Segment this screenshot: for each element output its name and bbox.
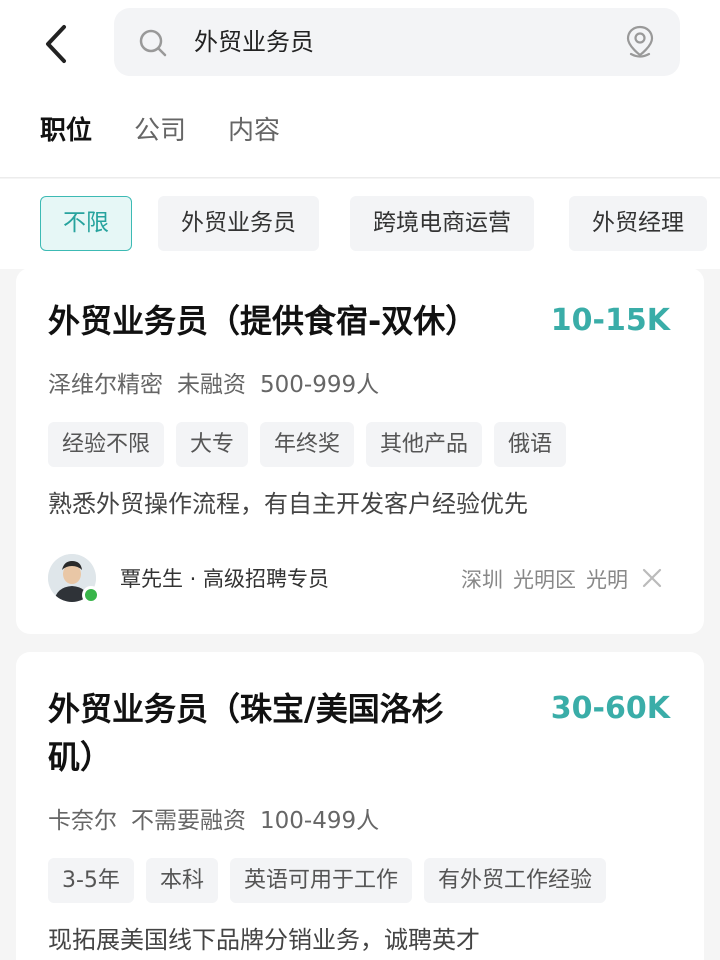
- funding-stage: 未融资: [177, 372, 246, 398]
- job-tag: 其他产品: [366, 422, 483, 467]
- filter-chip-foreign-trade-sales[interactable]: 外贸业务员: [158, 196, 319, 251]
- filter-chip-all[interactable]: 不限: [40, 196, 132, 251]
- job-tag: 俄语: [494, 422, 567, 467]
- location-city: 深圳: [461, 568, 503, 592]
- company-name: 卡奈尔: [48, 808, 117, 834]
- salary: 30-60K: [550, 691, 670, 726]
- company-info: 泽维尔精密 未融资 500-999人: [48, 368, 379, 402]
- job-tag: 经验不限: [48, 422, 165, 467]
- recruiter-info: 覃先生 · 高级招聘专员: [48, 554, 330, 604]
- job-title: 外贸业务员（珠宝/美国洛杉: [48, 690, 444, 728]
- filter-chip-bar: 不限 外贸业务员 跨境电商运营 外贸经理: [0, 179, 720, 269]
- recruiter-name-title: 覃先生 · 高级招聘专员: [120, 567, 330, 591]
- job-tag: 年终奖: [260, 422, 355, 467]
- job-tags: 3-5年 本科 英语可用于工作 有外贸工作经验: [48, 858, 606, 903]
- company-size: 100-499人: [260, 808, 380, 834]
- top-bar: 外贸业务员 职位 公司 内容: [0, 0, 720, 178]
- job-tag: 大专: [176, 422, 249, 467]
- filter-chip-ecommerce-ops[interactable]: 跨境电商运营: [350, 196, 534, 251]
- search-input[interactable]: 外贸业务员: [194, 8, 314, 76]
- job-tag: 英语可用于工作: [229, 858, 412, 903]
- job-card[interactable]: 外贸业务员（提供食宿-双休） 10-15K 泽维尔精密 未融资 500-999人…: [16, 268, 704, 634]
- tab-jobs[interactable]: 职位: [40, 108, 92, 154]
- avatar: [48, 554, 100, 604]
- job-tag: 本科: [145, 858, 218, 903]
- search-bar[interactable]: 外贸业务员: [114, 8, 680, 76]
- tab-bar: 职位 公司 内容: [40, 108, 280, 154]
- back-button[interactable]: [30, 18, 82, 70]
- company-name: 泽维尔精密: [48, 372, 163, 398]
- location-district: 光明区: [513, 568, 576, 592]
- job-description: 现拓展美国线下品牌分销业务，诚聘英才: [48, 926, 480, 954]
- job-tag: 有外贸工作经验: [423, 858, 606, 903]
- job-tags: 经验不限 大专 年终奖 其他产品 俄语: [48, 422, 567, 467]
- job-title-continued: 矶）: [48, 738, 113, 776]
- job-description: 熟悉外贸操作流程，有自主开发客户经验优先: [48, 490, 528, 518]
- funding-stage: 不需要融资: [131, 808, 246, 834]
- online-status-dot: [82, 586, 100, 604]
- salary: 10-15K: [550, 303, 670, 338]
- company-info: 卡奈尔 不需要融资 100-499人: [48, 804, 379, 838]
- tab-content[interactable]: 内容: [228, 108, 280, 154]
- chevron-left-icon: [46, 25, 66, 63]
- job-location: 深圳 光明区 光明: [461, 564, 628, 594]
- company-size: 500-999人: [260, 372, 380, 398]
- close-icon[interactable]: [640, 566, 664, 590]
- tab-companies[interactable]: 公司: [134, 108, 186, 154]
- search-icon: [139, 29, 167, 57]
- job-title: 外贸业务员（提供食宿-双休）: [48, 302, 478, 340]
- job-tag: 3-5年: [48, 858, 134, 903]
- location-area: 光明: [586, 568, 628, 592]
- filter-chip-foreign-trade-manager[interactable]: 外贸经理: [569, 196, 707, 251]
- job-card[interactable]: 外贸业务员（珠宝/美国洛杉 矶） 30-60K 卡奈尔 不需要融资 100-49…: [16, 652, 704, 960]
- location-icon[interactable]: [624, 24, 656, 60]
